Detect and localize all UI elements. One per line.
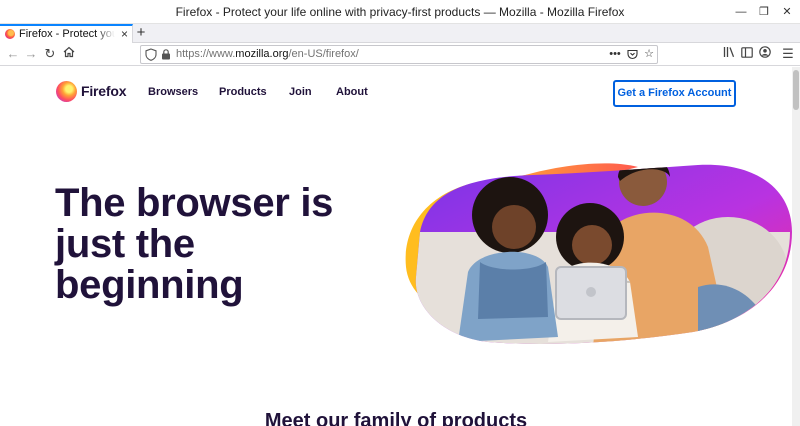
pocket-icon[interactable]: [625, 47, 639, 62]
account-icon[interactable]: [756, 45, 774, 63]
page-actions-icon[interactable]: •••: [608, 47, 622, 62]
bookmark-star-icon[interactable]: ☆: [642, 47, 656, 62]
library-icon[interactable]: [720, 45, 738, 63]
window-title: Firefox - Protect your life online with …: [175, 5, 625, 19]
nav-item-about[interactable]: About: [336, 86, 368, 98]
close-tab-icon[interactable]: ×: [121, 27, 128, 41]
products-section-title: Meet our family of products: [264, 410, 528, 426]
hero-family-image: [405, 163, 792, 344]
home-icon: [63, 46, 75, 58]
lock-icon[interactable]: [161, 49, 171, 60]
url-text[interactable]: https://www.mozilla.org/en-US/firefox/: [176, 48, 359, 60]
nav-item-join[interactable]: Join: [289, 86, 312, 98]
tracking-shield-icon[interactable]: [145, 48, 157, 61]
page-scrollbar[interactable]: [792, 67, 800, 426]
sidebar-icon[interactable]: [738, 45, 756, 63]
logo-wordmark: Firefox: [81, 83, 127, 99]
url-bar[interactable]: https://www.mozilla.org/en-US/firefox/ •…: [140, 45, 658, 64]
restore-icon[interactable]: ❐: [756, 4, 772, 20]
minimize-icon[interactable]: —: [733, 4, 749, 20]
forward-button[interactable]: →: [22, 45, 40, 63]
tab-label: Firefox - Protect your life online: [19, 28, 115, 40]
back-button[interactable]: ←: [4, 45, 22, 63]
nav-toolbar: ← → ↻ https://www.mozilla.org/en-US/fire…: [0, 43, 800, 66]
hamburger-menu-icon[interactable]: ☰: [779, 45, 797, 63]
page-content: Firefox Browsers Products Join About Get…: [0, 67, 792, 426]
nav-item-products[interactable]: Products: [219, 86, 267, 98]
scrollbar-thumb[interactable]: [793, 70, 799, 110]
firefox-account-button[interactable]: Get a Firefox Account: [613, 80, 736, 107]
new-tab-button[interactable]: +: [134, 24, 148, 43]
nav-item-browsers[interactable]: Browsers: [148, 86, 198, 98]
home-button[interactable]: [60, 45, 78, 63]
close-window-icon[interactable]: ✕: [779, 4, 795, 20]
reload-button[interactable]: ↻: [41, 45, 59, 63]
firefox-logo-icon: [56, 81, 77, 102]
firefox-favicon-icon: [5, 29, 15, 39]
window-titlebar: Firefox - Protect your life online with …: [0, 0, 800, 24]
tab-firefox[interactable]: Firefox - Protect your life online ×: [0, 24, 133, 43]
tab-strip: Firefox - Protect your life online × +: [0, 24, 800, 43]
hero-headline: The browser is just the beginning: [55, 181, 334, 307]
